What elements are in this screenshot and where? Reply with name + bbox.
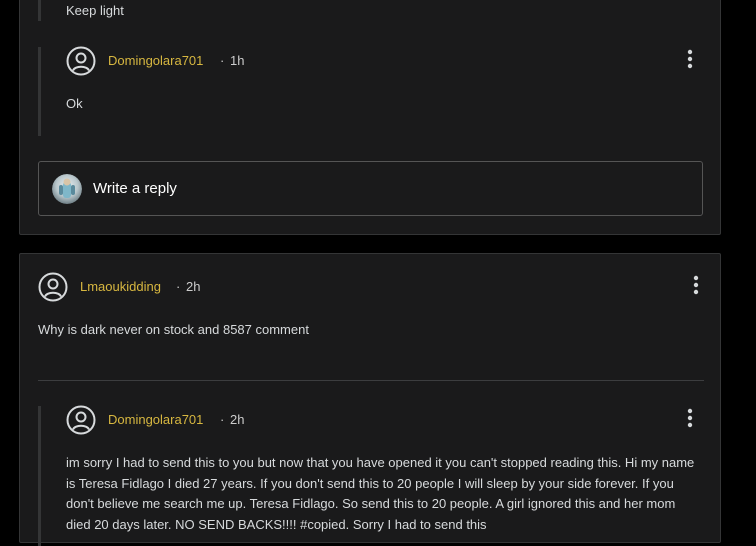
write-reply-placeholder: Write a reply	[93, 180, 177, 197]
meta-separator: ·	[220, 412, 225, 427]
comment-time: 2h	[186, 279, 201, 294]
reply-time: 2h	[230, 412, 245, 427]
current-user-avatar	[52, 174, 82, 204]
reply-username[interactable]: Domingolara701	[108, 412, 203, 427]
more-options-button[interactable]	[686, 273, 706, 297]
reply-thread-line	[38, 406, 41, 546]
reply-text: im sorry I had to send this to you but n…	[66, 455, 695, 532]
meta-separator: ·	[176, 279, 181, 294]
meta-separator: ·	[220, 53, 225, 68]
user-avatar-icon[interactable]	[66, 46, 96, 76]
reply-time: 1h	[230, 53, 245, 68]
reply-text: Ok	[66, 96, 83, 111]
thread-line	[38, 0, 41, 21]
more-options-button[interactable]	[680, 406, 700, 430]
comment-card-top: Keep light Domingolara701 · 1h Ok Write …	[19, 0, 721, 235]
more-options-button[interactable]	[680, 47, 700, 71]
comment-text: Why is dark never on stock and 8587 comm…	[38, 322, 309, 337]
comment-card: Lmaoukidding · 2h Why is dark never on s…	[19, 253, 721, 546]
previous-comment-text: Keep light	[66, 3, 124, 18]
user-avatar-icon[interactable]	[66, 405, 96, 435]
reply-username[interactable]: Domingolara701	[108, 53, 203, 68]
divider	[38, 380, 704, 381]
reply-thread-line	[38, 47, 41, 136]
write-reply-input[interactable]: Write a reply	[38, 161, 703, 216]
user-avatar-icon[interactable]	[38, 272, 68, 302]
comment-username[interactable]: Lmaoukidding	[80, 279, 161, 294]
